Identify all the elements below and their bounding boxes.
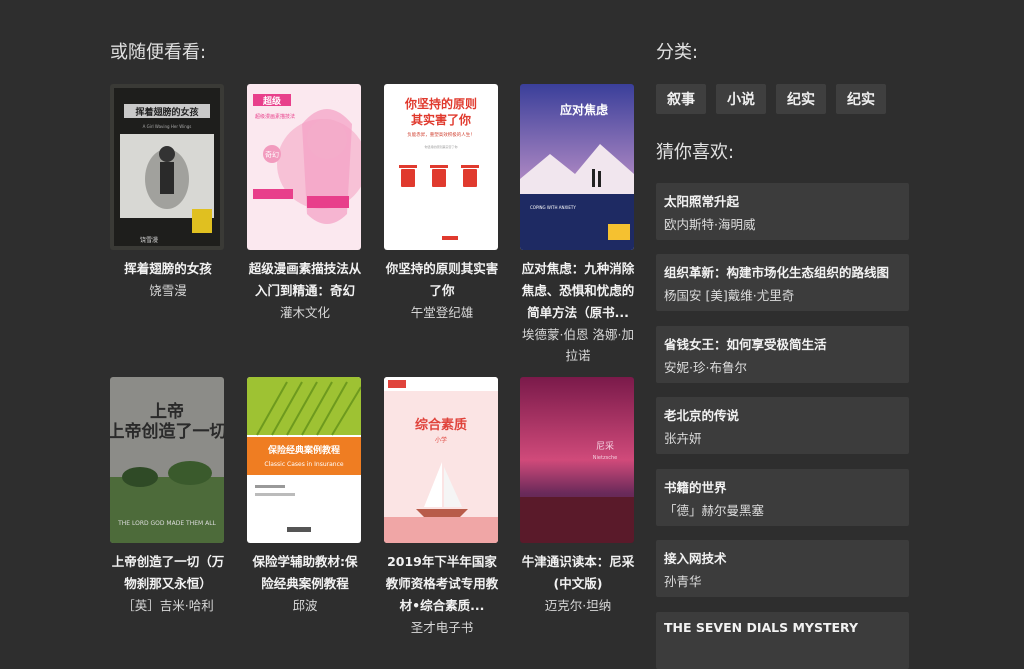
sidebar: 分类: 叙事 小说 纪实 纪实 猜你喜欢: 太阳照常升起 欧内斯特·海明威 组织革新：… bbox=[656, 38, 912, 669]
guess-item[interactable]: THE SEVEN DIALS MYSTERY bbox=[656, 612, 909, 669]
cover-title-text: 超级漫画素描技法 bbox=[255, 113, 295, 120]
svg-text:你坚持的原则: 你坚持的原则 bbox=[404, 96, 477, 111]
guess-item-title[interactable]: 老北京的传说 bbox=[664, 405, 739, 424]
book-cover[interactable]: 应对焦虑 COPING WITH ANXIETY bbox=[520, 84, 634, 250]
book-title[interactable]: 你坚持的原则其实害了你 bbox=[384, 258, 500, 302]
guess-item-title[interactable]: 接入网技术 bbox=[664, 548, 727, 567]
svg-text:上帝: 上帝 bbox=[150, 401, 184, 422]
book-title[interactable]: 上帝创造了一切（万物刹那又永恒） bbox=[110, 551, 226, 595]
guess-item[interactable]: 省钱女王：如何享受极简生活 安妮·珍·布鲁尔 bbox=[656, 326, 909, 383]
book-author[interactable]: 邱波 bbox=[247, 595, 363, 616]
cover-sub-text: 负能赤昇，重塑高效积极的人生！ bbox=[407, 131, 475, 138]
guess-item[interactable]: 书籍的世界 「德」赫尔曼黑塞 bbox=[656, 469, 909, 526]
guess-title: 猜你喜欢: bbox=[656, 142, 735, 163]
guess-item-author: 「德」赫尔曼黑塞 bbox=[664, 503, 765, 518]
svg-text:饶雪漫: 饶雪漫 bbox=[140, 236, 158, 244]
browse-section: 或随便看看: 挥着翅膀的女孩 A Girl Waving Her Wings 饶… bbox=[110, 38, 640, 635]
book-title[interactable]: 挥着翅膀的女孩 bbox=[110, 258, 226, 280]
book-card[interactable]: 应对焦虑 COPING WITH ANXIETY 应对焦虑：九种消除焦虑、恐惧和… bbox=[520, 84, 636, 366]
category-tag-documentary[interactable]: 纪实 bbox=[776, 84, 826, 114]
guess-item-author: 安妮·珍·布鲁尔 bbox=[664, 360, 747, 375]
book-title[interactable]: 保险学辅助教材:保险经典案例教程 bbox=[247, 551, 363, 595]
book-author[interactable]: ［英］吉米·哈利 bbox=[110, 595, 226, 616]
cover-sub-text: COPING WITH ANXIETY bbox=[530, 205, 576, 210]
guess-item-title[interactable]: 组织革新：构建市场化生态组织的路线图 bbox=[664, 262, 889, 281]
cover-sub-text: Nietzsche bbox=[593, 455, 617, 461]
guess-item-title[interactable]: 太阳照常升起 bbox=[664, 191, 739, 210]
book-card[interactable]: 综合素质 小学 2019年下半年国家教师资格考试专用教材•综合素质... 圣才电… bbox=[384, 377, 500, 638]
cover-sub-text: Classic Cases in Insurance bbox=[264, 461, 343, 468]
cover-title-text: 保险经典案例教程 bbox=[267, 444, 340, 456]
book-cover[interactable]: 综合素质 小学 bbox=[384, 377, 498, 543]
book-cover[interactable]: 保险经典案例教程 Classic Cases in Insurance bbox=[247, 377, 361, 543]
book-title[interactable]: 2019年下半年国家教师资格考试专用教材•综合素质... bbox=[384, 551, 500, 617]
category-tags: 叙事 小说 纪实 纪实 bbox=[656, 84, 912, 114]
book-author[interactable]: 午堂登纪雄 bbox=[384, 302, 500, 323]
book-card[interactable]: 上帝 上帝创造了一切 THE LORD GOD MADE THEM ALL 上帝… bbox=[110, 377, 226, 616]
book-author[interactable]: 灌木文化 bbox=[247, 302, 363, 323]
book-title[interactable]: 超级漫画素描技法从入门到精通：奇幻 bbox=[247, 258, 363, 302]
book-cover[interactable]: 超级 超级漫画素描技法 奇幻 bbox=[247, 84, 361, 250]
book-card[interactable]: 你坚持的原则 其实害了你 负能赤昇，重塑高效积极的人生！ 你坚持的原则其实害了你 bbox=[384, 84, 500, 323]
book-author[interactable]: 圣才电子书 bbox=[384, 617, 500, 638]
book-card[interactable]: 保险经典案例教程 Classic Cases in Insurance 保险学辅… bbox=[247, 377, 363, 616]
guess-item-title[interactable]: 书籍的世界 bbox=[664, 477, 727, 496]
guess-item-author: 张卉妍 bbox=[664, 431, 702, 446]
categories-title: 分类: bbox=[656, 42, 699, 63]
svg-text:超级: 超级 bbox=[262, 95, 282, 107]
cover-title-text: 综合素质 bbox=[415, 417, 467, 433]
book-title[interactable]: 牛津通识读本：尼采(中文版) bbox=[520, 551, 636, 595]
cover-title-text: 尼采 bbox=[596, 441, 614, 452]
guess-item-title[interactable]: 省钱女王：如何享受极简生活 bbox=[664, 334, 827, 353]
guess-item-title[interactable]: THE SEVEN DIALS MYSTERY bbox=[664, 620, 858, 635]
book-card[interactable]: 尼采 Nietzsche 牛津通识读本：尼采(中文版) 迈克尔·坦纳 bbox=[520, 377, 636, 616]
cover-title-text: 上帝创造了一切 bbox=[110, 421, 224, 442]
book-card[interactable]: 挥着翅膀的女孩 A Girl Waving Her Wings 饶雪漫 挥着翅膀… bbox=[110, 84, 226, 301]
guess-item[interactable]: 接入网技术 孙青华 bbox=[656, 540, 909, 597]
guess-item[interactable]: 老北京的传说 张卉妍 bbox=[656, 397, 909, 454]
guess-item-author: 孙青华 bbox=[664, 574, 702, 589]
book-author[interactable]: 迈克尔·坦纳 bbox=[520, 595, 636, 616]
guess-item[interactable]: 太阳照常升起 欧内斯特·海明威 bbox=[656, 183, 909, 240]
browse-title: 或随便看看: bbox=[110, 42, 207, 63]
guess-item-author: 欧内斯特·海明威 bbox=[664, 217, 756, 232]
cover-title-text: 挥着翅膀的女孩 bbox=[135, 106, 198, 118]
book-cover[interactable]: 挥着翅膀的女孩 A Girl Waving Her Wings 饶雪漫 bbox=[110, 84, 224, 250]
cover-title-text: 应对焦虑 bbox=[560, 102, 608, 117]
book-cover[interactable]: 尼采 Nietzsche bbox=[520, 377, 634, 543]
category-tag-documentary-2[interactable]: 纪实 bbox=[836, 84, 886, 114]
guess-item-author: 杨国安 [美]戴维·尤里奇 bbox=[664, 288, 795, 303]
book-cover[interactable]: 上帝 上帝创造了一切 THE LORD GOD MADE THEM ALL bbox=[110, 377, 224, 543]
category-tag-novel[interactable]: 小说 bbox=[716, 84, 766, 114]
svg-text:其实害了你: 其实害了你 bbox=[411, 112, 471, 127]
book-author[interactable]: 埃德蒙·伯恩 洛娜·加拉诺 bbox=[520, 324, 636, 366]
category-tag-narrative[interactable]: 叙事 bbox=[656, 84, 706, 114]
guess-item[interactable]: 组织革新：构建市场化生态组织的路线图 杨国安 [美]戴维·尤里奇 bbox=[656, 254, 909, 311]
book-card[interactable]: 超级 超级漫画素描技法 奇幻 超级漫画素描技法从入门到精通：奇幻 灌木文化 bbox=[247, 84, 363, 323]
book-cover[interactable]: 你坚持的原则 其实害了你 负能赤昇，重塑高效积极的人生！ 你坚持的原则其实害了你 bbox=[384, 84, 498, 250]
cover-sub-text: 小学 bbox=[435, 436, 447, 444]
cover-sub-text: THE LORD GOD MADE THEM ALL bbox=[117, 520, 216, 527]
cover-title-text: 你坚持的原则其实害了你 bbox=[424, 144, 457, 149]
book-author[interactable]: 饶雪漫 bbox=[110, 280, 226, 301]
book-title[interactable]: 应对焦虑：九种消除焦虑、恐惧和忧虑的简单方法（原书... bbox=[520, 258, 636, 324]
cover-sub-text: A Girl Waving Her Wings bbox=[143, 124, 192, 129]
cover-sub-text: 奇幻 bbox=[265, 150, 279, 159]
